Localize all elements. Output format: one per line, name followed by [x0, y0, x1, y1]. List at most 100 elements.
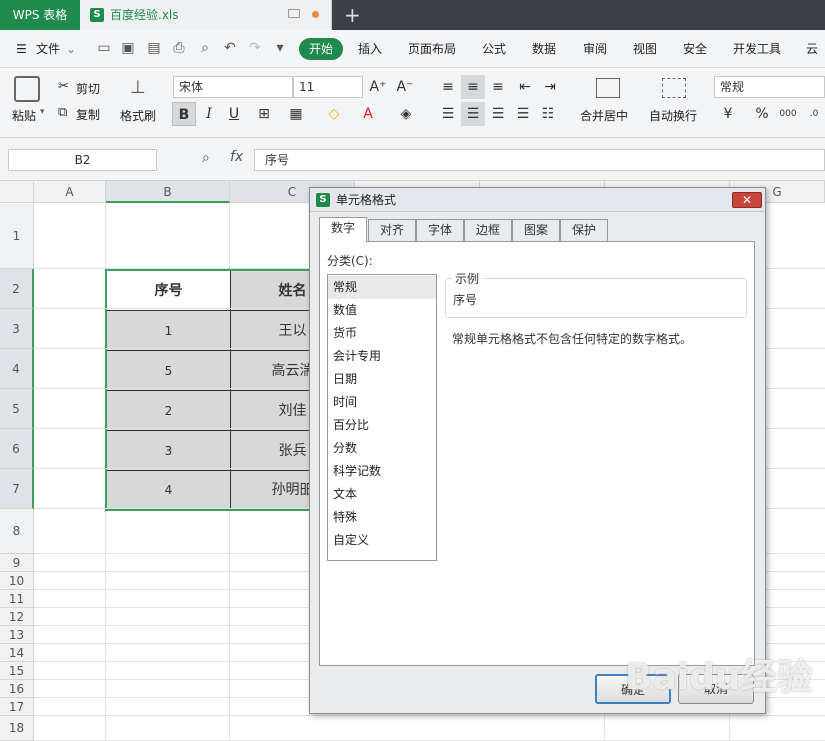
align-bottom-icon[interactable]: ≡ [486, 75, 510, 99]
zoom-icon[interactable]: ⌕ [202, 150, 210, 166]
cell-style-icon[interactable]: ▦ [284, 102, 308, 126]
align-middle-icon[interactable]: ≡ [461, 75, 485, 99]
name-box[interactable]: B2 [8, 149, 157, 171]
row-header[interactable]: 17 [0, 698, 34, 716]
category-item[interactable]: 日期 [328, 368, 436, 391]
new-tab-button[interactable]: + [344, 3, 361, 27]
paste-dropdown-icon[interactable]: ▾ [40, 107, 45, 117]
percent-button[interactable]: % [750, 102, 774, 126]
tab-alignment[interactable]: 对齐 [368, 219, 416, 241]
menu-page-layout[interactable]: 页面布局 [408, 30, 456, 68]
file-tab[interactable]: S 百度经验.xls [80, 0, 332, 30]
row-header[interactable]: 7 [0, 469, 34, 509]
dialog-title-bar[interactable]: S 单元格格式 ✕ [310, 188, 765, 212]
font-size-select[interactable]: 11 [293, 76, 363, 98]
decimal-increase-icon[interactable]: .0 [802, 102, 825, 126]
indent-decrease-icon[interactable]: ⇤ [513, 75, 537, 99]
row-header[interactable]: 4 [0, 349, 34, 389]
category-item[interactable]: 自定义 [328, 529, 436, 552]
category-item[interactable]: 常规 [328, 276, 436, 299]
tab-border[interactable]: 边框 [464, 219, 512, 241]
border-icon[interactable]: ⊞ [252, 102, 276, 126]
screen-icon[interactable] [288, 9, 300, 18]
row-header[interactable]: 10 [0, 572, 34, 590]
paste-button[interactable]: 粘贴 [12, 107, 36, 124]
align-left-icon[interactable]: ☰ [436, 102, 460, 126]
currency-icon[interactable]: ¥ [716, 102, 740, 126]
column-header-b[interactable]: B [106, 181, 230, 203]
wrap-text-button[interactable]: 自动换行 [649, 107, 697, 124]
category-item[interactable]: 特殊 [328, 506, 436, 529]
row-header[interactable]: 12 [0, 608, 34, 626]
font-grow-icon[interactable]: A⁺ [366, 75, 390, 99]
tab-protection[interactable]: 保护 [560, 219, 608, 241]
merge-center-button[interactable]: 合并居中 [580, 107, 628, 124]
print-preview-icon[interactable]: ⌕ [196, 39, 214, 57]
italic-button[interactable]: I [197, 102, 221, 126]
menu-security[interactable]: 安全 [683, 30, 707, 68]
open-folder-icon[interactable]: ▭ [95, 39, 113, 57]
print-icon[interactable]: ⎙ [170, 39, 188, 57]
row-header[interactable]: 8 [0, 509, 34, 554]
category-item[interactable]: 科学记数 [328, 460, 436, 483]
row-header[interactable]: 13 [0, 626, 34, 644]
menu-review[interactable]: 审阅 [583, 30, 607, 68]
app-tab-wps[interactable]: WPS 表格 [0, 0, 80, 30]
category-item[interactable]: 会计专用 [328, 345, 436, 368]
row-header[interactable]: 6 [0, 429, 34, 469]
category-item[interactable]: 货币 [328, 322, 436, 345]
table-cell[interactable]: 3 [107, 431, 231, 471]
hamburger-icon[interactable]: ☰ [16, 30, 27, 68]
category-item[interactable]: 数值 [328, 299, 436, 322]
thousands-icon[interactable]: 000 [776, 102, 800, 126]
align-right-icon[interactable]: ☰ [486, 102, 510, 126]
row-header[interactable]: 11 [0, 590, 34, 608]
cut-button[interactable]: 剪切 [76, 80, 100, 97]
distributed-icon[interactable]: ☷ [536, 102, 560, 126]
row-header[interactable]: 15 [0, 662, 34, 680]
pdf-icon[interactable]: ▤ [145, 39, 163, 57]
indent-increase-icon[interactable]: ⇥ [538, 75, 562, 99]
underline-button[interactable]: U [222, 102, 246, 126]
merge-icon[interactable] [596, 78, 620, 98]
menu-developer[interactable]: 开发工具 [733, 30, 781, 68]
row-header[interactable]: 14 [0, 644, 34, 662]
row-header[interactable]: 5 [0, 389, 34, 429]
copy-button[interactable]: 复制 [76, 106, 100, 123]
format-painter-button[interactable]: 格式刷 [120, 107, 156, 124]
table-header-cell[interactable]: 序号 [107, 271, 231, 311]
menu-start[interactable]: 开始 [299, 38, 343, 60]
menu-view[interactable]: 视图 [633, 30, 657, 68]
formula-input[interactable]: 序号 [254, 149, 825, 171]
align-top-icon[interactable]: ≡ [436, 75, 460, 99]
category-item[interactable]: 百分比 [328, 414, 436, 437]
chevron-down-icon[interactable]: ⌄ [66, 30, 76, 68]
table-cell[interactable]: 2 [107, 391, 231, 431]
bold-button[interactable]: B [172, 102, 196, 126]
menu-formula[interactable]: 公式 [482, 30, 506, 68]
menu-file[interactable]: 文件 [36, 30, 60, 68]
tab-font[interactable]: 字体 [416, 219, 464, 241]
table-cell[interactable]: 1 [107, 311, 231, 351]
eraser-icon[interactable]: ◈ [394, 102, 418, 126]
menu-insert[interactable]: 插入 [358, 30, 382, 68]
category-item[interactable]: 时间 [328, 391, 436, 414]
copy-icon[interactable]: ⧉ [58, 105, 67, 120]
justify-icon[interactable]: ☰ [511, 102, 535, 126]
close-button[interactable]: ✕ [732, 192, 762, 208]
wrap-icon[interactable] [662, 78, 686, 98]
table-cell[interactable]: 4 [107, 471, 231, 509]
tab-pattern[interactable]: 图案 [512, 219, 560, 241]
font-shrink-icon[interactable]: A⁻ [393, 75, 417, 99]
paste-icon[interactable] [14, 76, 40, 102]
fx-icon[interactable]: fx [230, 149, 243, 165]
category-list[interactable]: 常规 数值 货币 会计专用 日期 时间 百分比 分数 科学记数 文本 特殊 自定… [327, 274, 437, 561]
row-header[interactable]: 1 [0, 203, 34, 269]
row-header[interactable]: 3 [0, 309, 34, 349]
row-header[interactable]: 16 [0, 680, 34, 698]
save-icon[interactable]: ▣ [119, 39, 137, 57]
menu-data[interactable]: 数据 [532, 30, 556, 68]
tab-number[interactable]: 数字 [319, 217, 367, 242]
column-header-a[interactable]: A [34, 181, 106, 203]
undo-icon[interactable]: ↶ [221, 39, 239, 57]
